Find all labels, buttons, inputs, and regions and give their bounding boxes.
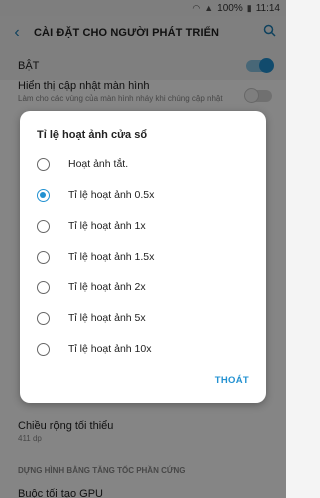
option-label: Tỉ lệ hoạt ảnh 5x [68, 312, 146, 324]
option-1-5x[interactable]: Tỉ lệ hoạt ảnh 1.5x [37, 245, 252, 269]
option-0-5x[interactable]: Tỉ lệ hoạt ảnh 0.5x [37, 183, 252, 207]
dialog-close-button[interactable]: THOÁT [215, 375, 249, 386]
dialog-title: Tỉ lệ hoạt ảnh cửa sổ [37, 129, 148, 141]
radio-button[interactable] [37, 157, 50, 171]
radio-button[interactable] [37, 342, 50, 356]
animation-scale-dialog: Tỉ lệ hoạt ảnh cửa sổ Hoạt ảnh tắt. Tỉ l… [20, 111, 266, 403]
option-label: Tỉ lệ hoạt ảnh 2x [68, 281, 146, 293]
option-label: Hoạt ảnh tắt. [68, 158, 129, 170]
option-label: Tỉ lệ hoạt ảnh 0.5x [68, 189, 155, 201]
radio-button-selected[interactable] [37, 188, 50, 202]
option-2x[interactable]: Tỉ lệ hoạt ảnh 2x [37, 275, 252, 299]
radio-button[interactable] [37, 280, 50, 294]
option-5x[interactable]: Tỉ lệ hoạt ảnh 5x [37, 306, 252, 330]
option-10x[interactable]: Tỉ lệ hoạt ảnh 10x [37, 337, 252, 361]
option-1x[interactable]: Tỉ lệ hoạt ảnh 1x [37, 214, 252, 238]
option-off[interactable]: Hoạt ảnh tắt. [37, 152, 252, 176]
option-label: Tỉ lệ hoạt ảnh 1.5x [68, 251, 155, 263]
radio-button[interactable] [37, 311, 50, 325]
radio-button[interactable] [37, 250, 50, 264]
option-label: Tỉ lệ hoạt ảnh 10x [68, 343, 152, 355]
radio-button[interactable] [37, 219, 50, 233]
option-label: Tỉ lệ hoạt ảnh 1x [68, 220, 146, 232]
